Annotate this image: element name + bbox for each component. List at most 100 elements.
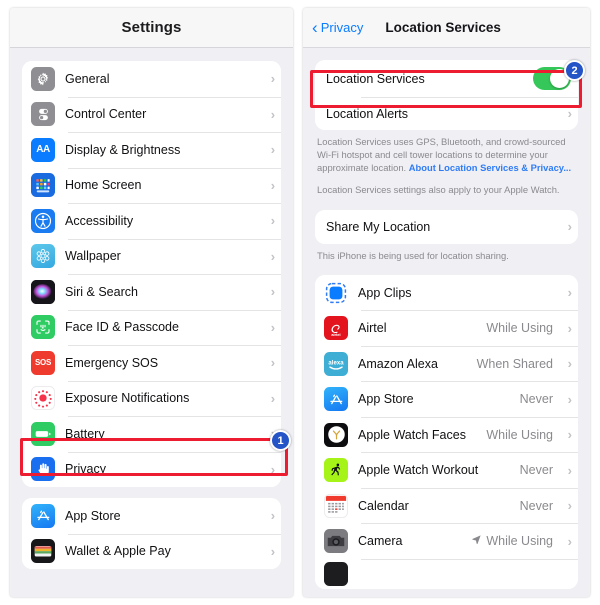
app-row-apple-watch-faces[interactable]: Apple Watch Faces While Using › — [315, 416, 578, 453]
chevron-right-icon: › — [270, 461, 276, 477]
chevron-right-icon: › — [567, 219, 572, 235]
app-permission-value: When Shared — [476, 356, 553, 371]
app-row-camera[interactable]: Camera While Using › — [315, 523, 578, 559]
chevron-left-icon: ‹ — [312, 17, 318, 37]
location-alerts-label: Location Alerts — [326, 106, 409, 121]
chevron-right-icon: › — [270, 390, 276, 406]
siri-icon — [31, 279, 55, 304]
settings-group-store: App Store › Wallet & Apple Pay › — [22, 498, 282, 569]
sidebar-item-label: App Store — [65, 508, 121, 523]
location-footer-paragraph-2: Location Services settings also apply to… — [317, 183, 560, 195]
sidebar-item-privacy[interactable]: Privacy › — [22, 451, 282, 487]
sidebar-item-general[interactable]: General › — [22, 61, 282, 97]
chevron-right-icon: › — [270, 177, 276, 193]
sidebar-item-label: Control Center — [65, 107, 147, 122]
chevron-right-icon: › — [567, 106, 572, 121]
chevron-right-icon: › — [270, 319, 276, 335]
accessibility-icon — [31, 208, 55, 233]
location-arrow-icon — [471, 534, 482, 548]
app-label: App Clips — [358, 285, 412, 300]
home-screen-icon — [31, 173, 55, 198]
sidebar-item-home-screen[interactable]: Home Screen › — [22, 167, 282, 203]
sidebar-item-display-brightness[interactable]: AA Display & Brightness › — [22, 132, 282, 168]
app-row-partial[interactable] — [315, 558, 578, 589]
app-clips-icon — [324, 280, 349, 305]
calendar-icon — [324, 493, 349, 518]
wallet-icon — [31, 539, 55, 564]
apple-watch-workout-icon — [324, 458, 349, 483]
sidebar-item-label: Exposure Notifications — [65, 391, 190, 406]
location-alerts-row[interactable]: Location Alerts › — [315, 97, 578, 130]
share-location-footer: This iPhone is being used for location s… — [303, 244, 590, 263]
sidebar-item-accessibility[interactable]: Accessibility › — [22, 203, 282, 239]
battery-icon — [31, 421, 55, 446]
sidebar-item-siri-search[interactable]: Siri & Search › — [22, 274, 282, 310]
sidebar-item-label: Accessibility — [65, 213, 134, 228]
back-button[interactable]: ‹ Privacy — [312, 17, 364, 37]
app-row-apple-watch-workout[interactable]: Apple Watch Workout Never › — [315, 452, 578, 488]
app-label: Apple Watch Faces — [358, 427, 466, 442]
app-store-icon — [324, 387, 349, 412]
apple-watch-faces-icon — [324, 422, 349, 447]
chevron-right-icon: › — [567, 498, 572, 514]
sidebar-item-label: Wallpaper — [65, 249, 121, 264]
sidebar-item-face-id-passcode[interactable]: Face ID & Passcode › — [22, 309, 282, 345]
app-label: App Store — [358, 392, 414, 407]
app-label: Apple Watch Workout — [358, 463, 479, 478]
sidebar-item-label: Emergency SOS — [65, 355, 159, 370]
sidebar-item-label: Privacy — [65, 462, 106, 477]
location-services-panel: ‹ Privacy Location Services Location Ser… — [303, 8, 590, 597]
location-list[interactable]: Location Services Location Alerts › Loca… — [303, 60, 590, 593]
app-label: Amazon Alexa — [358, 356, 438, 371]
app-permissions-group: App Clips › airtel Airtel While Using › … — [315, 274, 578, 589]
chevron-right-icon: › — [567, 391, 572, 407]
sidebar-item-label: General — [65, 71, 110, 86]
settings-list[interactable]: General › Control Center › AA Display & … — [10, 61, 293, 573]
page-title: Location Services — [385, 20, 501, 35]
chevron-right-icon: › — [270, 142, 276, 158]
app-permission-value-text: While Using — [486, 534, 553, 549]
sidebar-item-label: Home Screen — [65, 178, 142, 193]
wallpaper-icon — [31, 244, 55, 269]
sidebar-item-wallpaper[interactable]: Wallpaper › — [22, 238, 282, 274]
display-brightness-icon: AA — [31, 137, 55, 162]
page-title: Settings — [121, 19, 182, 36]
back-button-label: Privacy — [320, 20, 364, 35]
emergency-sos-icon: SOS — [31, 350, 55, 375]
location-services-toggle-row[interactable]: Location Services — [315, 60, 578, 97]
sidebar-item-exposure-notifications[interactable]: Exposure Notifications › — [22, 380, 282, 416]
app-row-app-clips[interactable]: App Clips › — [315, 274, 578, 311]
screenshot-root: Settings General › Control Center › AA D… — [0, 0, 600, 605]
chevron-right-icon: › — [567, 462, 572, 478]
share-my-location-label: Share My Location — [326, 219, 431, 234]
sidebar-item-wallet-apple-pay[interactable]: Wallet & Apple Pay › — [22, 533, 282, 569]
chevron-right-icon: › — [270, 106, 276, 122]
sidebar-item-label: Wallet & Apple Pay — [65, 544, 171, 559]
sidebar-item-label: Display & Brightness — [65, 142, 181, 157]
app-row-airtel[interactable]: airtel Airtel While Using › — [315, 310, 578, 346]
gear-icon — [31, 66, 55, 91]
app-permission-value: Never — [519, 463, 553, 478]
chevron-right-icon: › — [567, 533, 572, 549]
app-permission-value: While Using — [471, 534, 553, 548]
chevron-right-icon: › — [567, 285, 572, 301]
app-row-amazon-alexa[interactable]: alexa Amazon Alexa When Shared › — [315, 345, 578, 382]
sidebar-item-label: Siri & Search — [65, 284, 138, 299]
settings-group-main: General › Control Center › AA Display & … — [22, 61, 282, 487]
share-my-location-row[interactable]: Share My Location › — [315, 209, 578, 244]
sidebar-item-battery[interactable]: Battery › — [22, 416, 282, 452]
app-row-app-store[interactable]: App Store Never › — [315, 381, 578, 417]
sidebar-item-emergency-sos[interactable]: SOS Emergency SOS › — [22, 345, 282, 381]
sidebar-item-label: Face ID & Passcode — [65, 320, 179, 335]
app-row-calendar[interactable]: Calendar Never › — [315, 487, 578, 524]
sidebar-item-app-store[interactable]: App Store › — [22, 498, 282, 534]
svg-text:airtel: airtel — [331, 333, 340, 337]
sidebar-item-control-center[interactable]: Control Center › — [22, 96, 282, 132]
about-location-services-link[interactable]: About Location Services & Privacy... — [409, 162, 571, 173]
location-services-label: Location Services — [326, 71, 425, 86]
location-toggle-group: Location Services Location Alerts › — [315, 60, 578, 130]
control-center-icon — [31, 102, 55, 127]
app-label: Camera — [358, 534, 403, 549]
chevron-right-icon: › — [270, 508, 276, 524]
location-navbar: ‹ Privacy Location Services — [303, 8, 590, 48]
